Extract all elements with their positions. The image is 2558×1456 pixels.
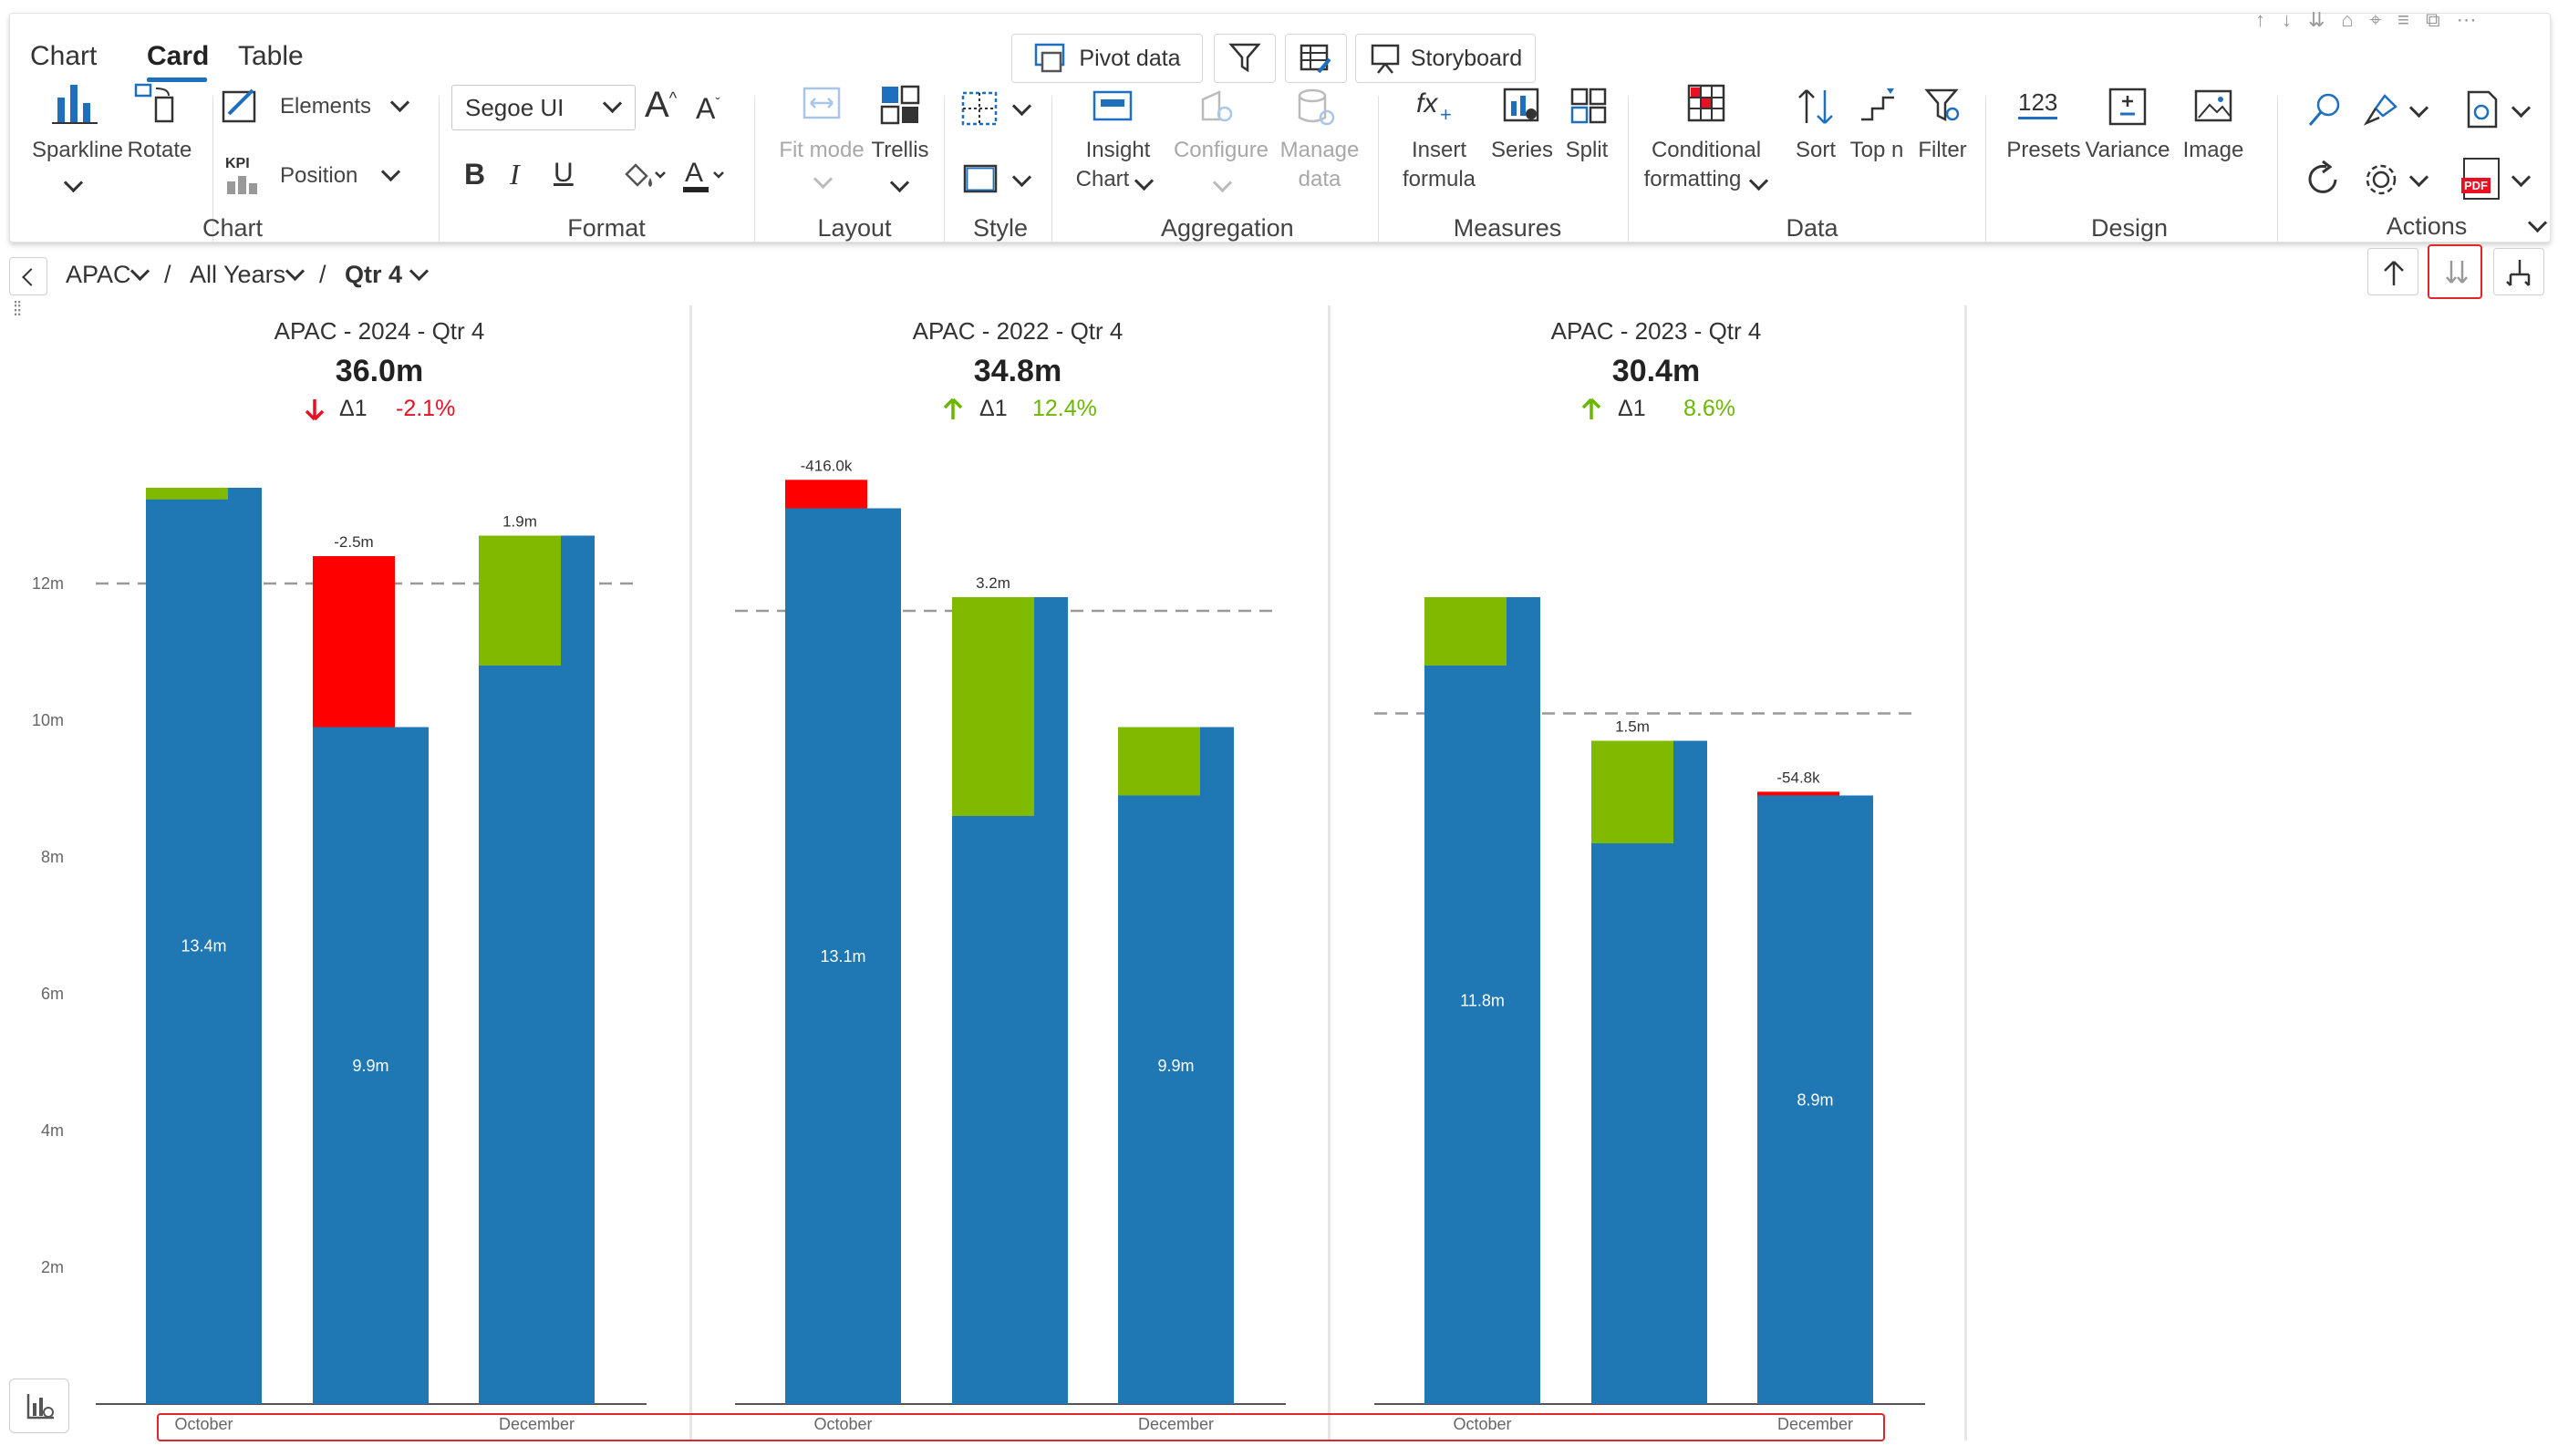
y-tick-label: 2m	[41, 1258, 64, 1276]
data-label: 13.1m	[820, 947, 865, 966]
variance-bar	[1424, 597, 1507, 666]
data-label: 13.4m	[181, 937, 226, 955]
variance-bar	[952, 597, 1034, 816]
variance-bar	[1757, 791, 1839, 796]
chart-settings-icon	[26, 1394, 54, 1420]
y-tick-label: 4m	[41, 1121, 64, 1140]
data-label: 9.9m	[352, 1057, 388, 1075]
variance-label: -2.5m	[334, 533, 373, 551]
variance-label: 1.9m	[502, 513, 537, 531]
analysis-settings-button[interactable]	[9, 1379, 69, 1433]
variance-label: 3.2m	[976, 574, 1010, 592]
variance-label: -416.0k	[801, 457, 853, 474]
data-label: 8.9m	[1797, 1090, 1833, 1109]
y-tick-label: 6m	[41, 985, 64, 1003]
variance-bar	[313, 556, 395, 728]
x-axis-highlight	[157, 1413, 1885, 1441]
y-tick-label: 10m	[32, 711, 64, 729]
variance-label: 1.5m	[1615, 718, 1650, 736]
variance-label: -54.8k	[1776, 769, 1820, 786]
variance-bar	[1591, 740, 1673, 843]
variance-bar	[479, 535, 561, 666]
data-label: 9.9m	[1157, 1057, 1194, 1075]
variance-bar	[1118, 727, 1200, 796]
bar	[479, 535, 595, 1404]
variance-bar	[146, 488, 228, 500]
trellis-charts: 2m4m6m8m10m12m13.4mOctober-2.5m9.9m1.9mD…	[32, 457, 1925, 1433]
y-tick-label: 12m	[32, 574, 64, 593]
variance-bar	[785, 480, 867, 509]
data-label: 11.8m	[1460, 992, 1505, 1010]
y-tick-label: 8m	[41, 848, 64, 866]
